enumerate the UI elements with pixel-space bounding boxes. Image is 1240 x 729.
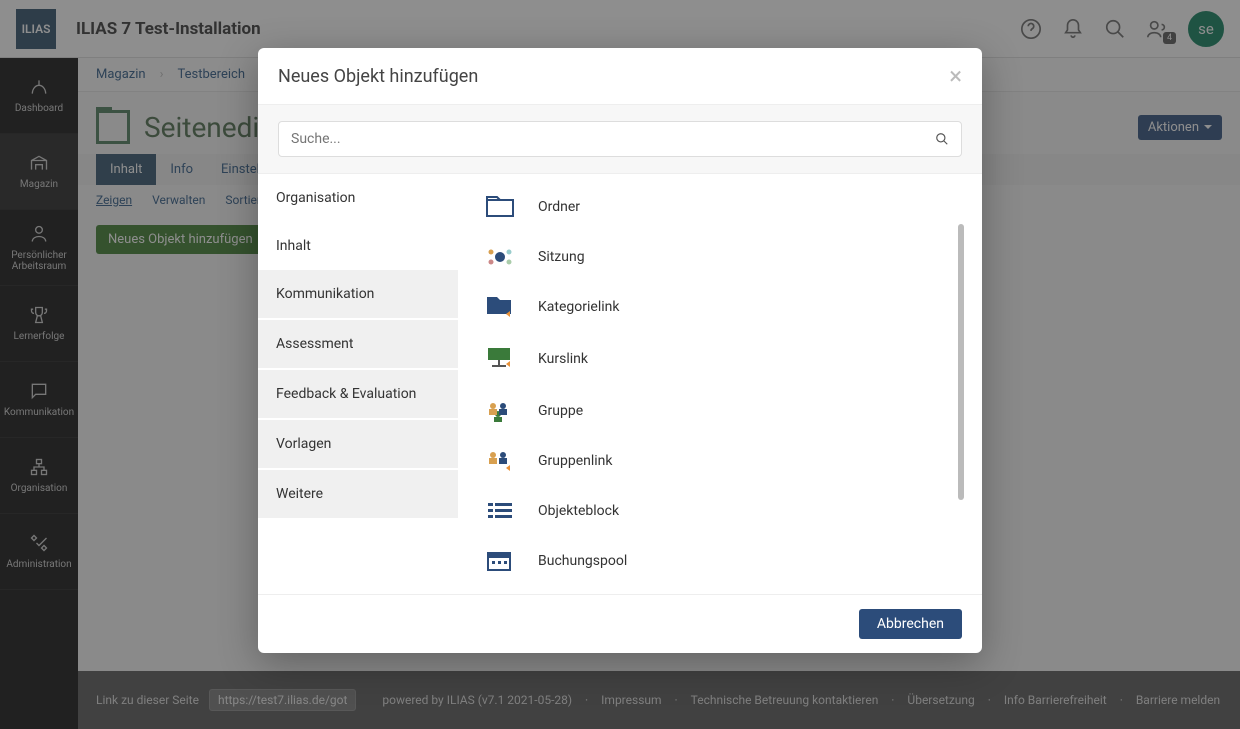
close-icon[interactable]: × bbox=[949, 64, 962, 88]
group-link-icon bbox=[486, 450, 514, 472]
object-list[interactable]: Ordner Sitzung Kategorielink Kurslink Gr… bbox=[458, 174, 982, 594]
category-item[interactable]: Vorlagen bbox=[258, 420, 458, 468]
object-item[interactable]: Gruppenlink bbox=[482, 436, 958, 486]
object-item[interactable]: Kurslink bbox=[482, 332, 958, 386]
category-item[interactable]: Feedback & Evaluation bbox=[258, 370, 458, 418]
session-icon bbox=[486, 246, 514, 268]
cancel-button[interactable]: Abbrechen bbox=[859, 609, 962, 639]
search-icon[interactable] bbox=[935, 132, 949, 146]
scrollbar[interactable] bbox=[958, 224, 964, 500]
modal-body: Organisation Inhalt Kommunikation Assess… bbox=[258, 174, 982, 594]
search-input[interactable] bbox=[291, 131, 935, 147]
course-link-icon bbox=[486, 346, 514, 372]
object-item[interactable]: Kategorielink bbox=[482, 282, 958, 332]
object-item[interactable]: Gruppe bbox=[482, 386, 958, 436]
object-item[interactable]: Buchungspool bbox=[482, 536, 958, 586]
category-link-icon bbox=[486, 296, 514, 318]
folder-icon bbox=[486, 196, 514, 218]
calendar-icon bbox=[486, 550, 514, 572]
category-item[interactable]: Kommunikation bbox=[258, 270, 458, 318]
modal-search bbox=[258, 105, 982, 174]
search-box bbox=[278, 121, 962, 157]
category-item[interactable]: Weitere bbox=[258, 470, 458, 518]
modal-footer: Abbrechen bbox=[258, 594, 982, 653]
category-item[interactable]: Organisation bbox=[258, 174, 458, 222]
modal: Neues Objekt hinzufügen × Organisation I… bbox=[258, 48, 982, 653]
group-icon bbox=[486, 400, 514, 422]
object-block-icon bbox=[486, 500, 514, 522]
modal-title: Neues Objekt hinzufügen bbox=[278, 66, 478, 87]
object-item[interactable]: Sitzung bbox=[482, 232, 958, 282]
modal-head: Neues Objekt hinzufügen × bbox=[258, 48, 982, 105]
object-item[interactable]: Ordner bbox=[482, 182, 958, 232]
object-item[interactable]: Objekteblock bbox=[482, 486, 958, 536]
category-list: Organisation Inhalt Kommunikation Assess… bbox=[258, 174, 458, 594]
category-item[interactable]: Assessment bbox=[258, 320, 458, 368]
category-item[interactable]: Inhalt bbox=[258, 222, 458, 270]
